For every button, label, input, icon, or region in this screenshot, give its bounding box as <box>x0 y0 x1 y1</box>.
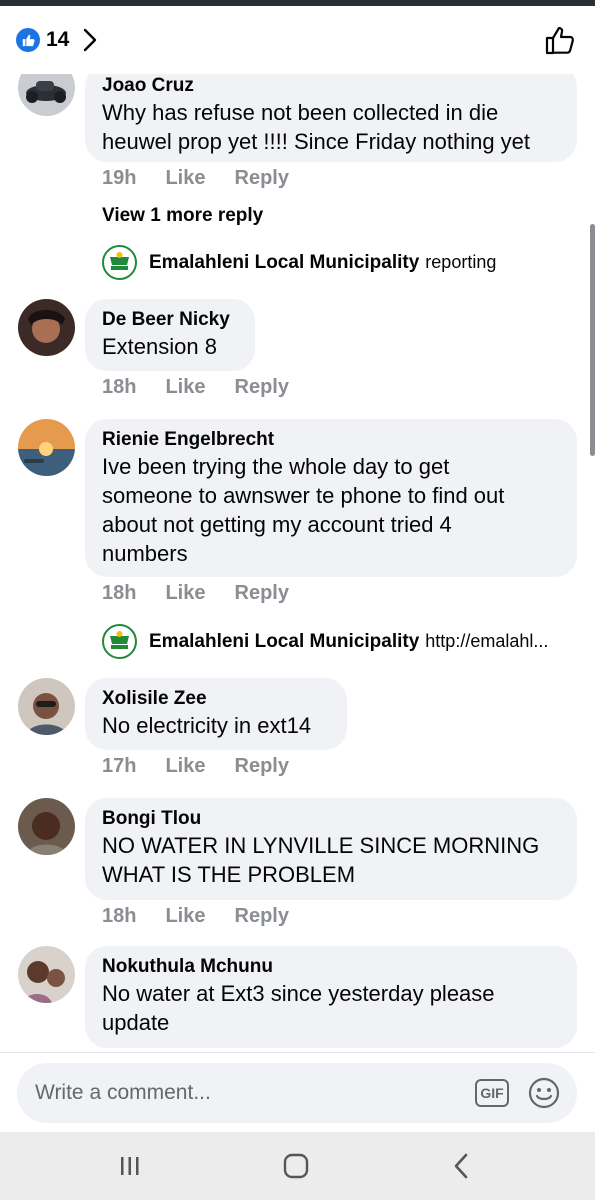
avatar[interactable] <box>18 798 75 855</box>
municipality-logo-icon <box>102 245 137 280</box>
page-reply-author[interactable]: Emalahleni Local Municipality <box>149 252 419 274</box>
comment-text: No electricity in ext14 <box>102 713 312 738</box>
back-icon[interactable] <box>452 1152 472 1180</box>
comment-time: 19h <box>102 167 137 189</box>
comment-text: WHAT IS THE PROBLEM <box>102 862 356 887</box>
comment-text: someone to awnswer te phone to find out <box>102 483 505 508</box>
page-reply-text: reporting <box>425 252 497 272</box>
municipality-logo-icon <box>102 624 137 659</box>
comment-author[interactable]: Xolisile Zee <box>102 687 330 711</box>
comment-bubble[interactable]: Rienie Engelbrecht Ive been trying the w… <box>85 419 577 577</box>
comment-composer: Write a comment... GIF <box>0 1052 595 1132</box>
avatar[interactable] <box>18 299 75 356</box>
reply-link[interactable]: Reply <box>235 167 289 190</box>
comment-text: Why has refuse not been collected in die <box>102 100 499 125</box>
comment-text: update <box>102 1010 170 1035</box>
comment-author[interactable]: Nokuthula Mchunu <box>102 955 560 979</box>
comment-author[interactable]: Rienie Engelbrecht <box>102 428 560 452</box>
like-link[interactable]: Like <box>165 905 205 928</box>
home-icon[interactable] <box>282 1152 310 1180</box>
like-link[interactable]: Like <box>165 582 205 605</box>
avatar[interactable] <box>18 946 75 1003</box>
recent-apps-icon[interactable] <box>118 1154 142 1178</box>
comment-bubble[interactable]: De Beer Nicky Extension 8 <box>85 299 255 371</box>
comment-bubble[interactable]: Xolisile Zee No electricity in ext14 <box>85 678 347 750</box>
avatar[interactable] <box>18 419 75 476</box>
like-link[interactable]: Like <box>165 376 205 399</box>
comment-time: 17h <box>102 755 137 777</box>
comment-text: heuwel prop yet !!!! Since Friday nothin… <box>102 129 531 154</box>
reply-link[interactable]: Reply <box>235 755 289 778</box>
comments-list[interactable]: Joao Cruz Why has refuse not been collec… <box>0 74 595 1052</box>
comment-time: 18h <box>102 582 137 604</box>
system-navbar <box>0 1132 595 1200</box>
scrollbar[interactable] <box>590 224 595 456</box>
comment-bubble[interactable]: Joao Cruz Why has refuse not been collec… <box>85 74 577 162</box>
comment-text: Ive been trying the whole day to get <box>102 454 450 479</box>
page-reply-text: http://emalahl... <box>425 631 549 651</box>
comment-author[interactable]: De Beer Nicky <box>102 308 238 332</box>
page-reply-preview[interactable]: Emalahleni Local Municipality http://ema… <box>102 624 548 659</box>
gif-button[interactable]: GIF <box>475 1079 509 1107</box>
like-link[interactable]: Like <box>165 755 205 778</box>
comment-author[interactable]: Joao Cruz <box>102 74 560 98</box>
thumbs-up-outline-icon[interactable] <box>545 25 577 55</box>
comment-text: Extension 8 <box>102 334 217 359</box>
reply-link[interactable]: Reply <box>235 376 289 399</box>
page-reply-author[interactable]: Emalahleni Local Municipality <box>149 631 419 653</box>
avatar[interactable] <box>18 678 75 735</box>
comment-text: numbers <box>102 541 188 566</box>
comment-text: No water at Ext3 since yesterday please <box>102 981 495 1006</box>
comment-text: NO WATER IN LYNVILLE SINCE MORNING <box>102 833 540 858</box>
like-badge-icon[interactable] <box>16 28 40 52</box>
comment-text: about not getting my account tried 4 <box>102 512 452 537</box>
view-more-replies-link[interactable]: View 1 more reply <box>102 205 263 227</box>
reactions-header: 14 <box>0 6 595 74</box>
chevron-right-icon[interactable] <box>83 28 97 52</box>
comment-time: 18h <box>102 905 137 927</box>
page-reply-preview[interactable]: Emalahleni Local Municipality reporting <box>102 245 496 280</box>
comment-bubble[interactable]: Nokuthula Mchunu No water at Ext3 since … <box>85 946 577 1048</box>
like-link[interactable]: Like <box>165 167 205 190</box>
comment-bubble[interactable]: Bongi Tlou NO WATER IN LYNVILLE SINCE MO… <box>85 798 577 900</box>
comment-time: 18h <box>102 376 137 398</box>
avatar[interactable] <box>18 74 75 116</box>
reply-link[interactable]: Reply <box>235 905 289 928</box>
comment-input-placeholder[interactable]: Write a comment... <box>35 1081 211 1105</box>
emoji-icon[interactable] <box>528 1077 560 1114</box>
like-count[interactable]: 14 <box>46 28 69 52</box>
comment-input[interactable]: Write a comment... GIF <box>17 1063 577 1123</box>
comment-author[interactable]: Bongi Tlou <box>102 807 560 831</box>
reply-link[interactable]: Reply <box>235 582 289 605</box>
